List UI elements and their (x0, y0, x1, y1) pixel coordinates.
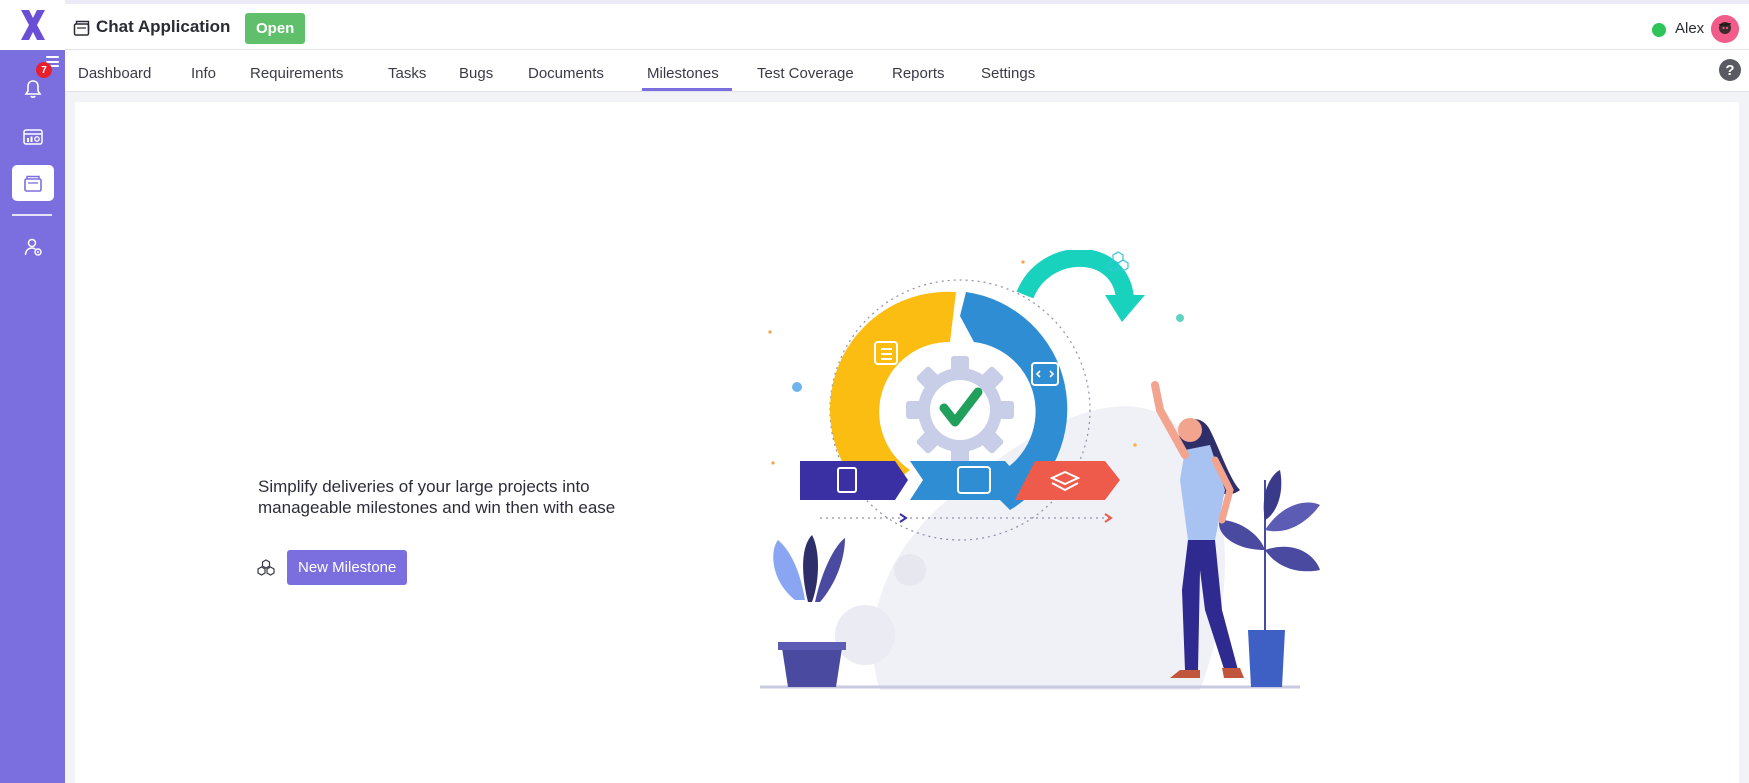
project-title: Chat Application (96, 17, 231, 36)
tab-dashboard[interactable]: Dashboard (78, 65, 151, 82)
help-icon[interactable]: ? (1719, 59, 1741, 81)
active-tab-indicator (642, 88, 732, 91)
sidebar-item-user-settings[interactable] (12, 228, 54, 266)
milestones-empty-state: Simplify deliveries of your large projec… (75, 102, 1739, 783)
status-badge[interactable]: Open (245, 13, 306, 44)
notification-count-badge: 7 (36, 62, 52, 78)
logo-x-icon (20, 10, 45, 40)
empty-state-headline: Simplify deliveries of your large projec… (258, 476, 678, 518)
bell-icon (24, 80, 42, 98)
milestones-illustration (760, 250, 1320, 690)
tab-tasks[interactable]: Tasks (388, 65, 426, 82)
tab-reports[interactable]: Reports (892, 65, 945, 82)
tab-bugs[interactable]: Bugs (459, 65, 493, 82)
project-tabs: Dashboard Info Requirements Tasks Bugs D… (65, 50, 1749, 92)
tab-documents[interactable]: Documents (528, 65, 604, 82)
headline-line-2: manageable milestones and win then with … (258, 498, 616, 517)
tab-settings[interactable]: Settings (981, 65, 1035, 82)
tab-test-coverage[interactable]: Test Coverage (757, 65, 854, 82)
sidebar: 7 (0, 0, 65, 783)
tab-info[interactable]: Info (191, 65, 216, 82)
headline-line-1: Simplify deliveries of your large projec… (258, 477, 590, 496)
tab-milestones[interactable]: Milestones (647, 65, 719, 82)
sidebar-item-dashboard[interactable] (12, 118, 54, 156)
project-icon (73, 20, 90, 36)
online-status-indicator (1652, 23, 1666, 37)
sidebar-item-projects[interactable] (12, 165, 54, 201)
avatar[interactable] (1711, 15, 1739, 43)
project-icon (24, 175, 42, 192)
sidebar-divider (12, 214, 52, 216)
user-settings-icon (24, 238, 42, 256)
tab-requirements[interactable]: Requirements (250, 65, 343, 82)
dashboard-icon (23, 129, 43, 145)
avatar-face-icon (1711, 15, 1739, 43)
top-header: Chat Application Open Alex (65, 4, 1749, 50)
app-logo[interactable] (0, 0, 65, 50)
user-name[interactable]: Alex (1675, 20, 1704, 37)
new-milestone-button[interactable]: New Milestone (287, 550, 408, 585)
blocks-icon (257, 559, 275, 576)
sidebar-item-notifications[interactable]: 7 (12, 62, 54, 108)
